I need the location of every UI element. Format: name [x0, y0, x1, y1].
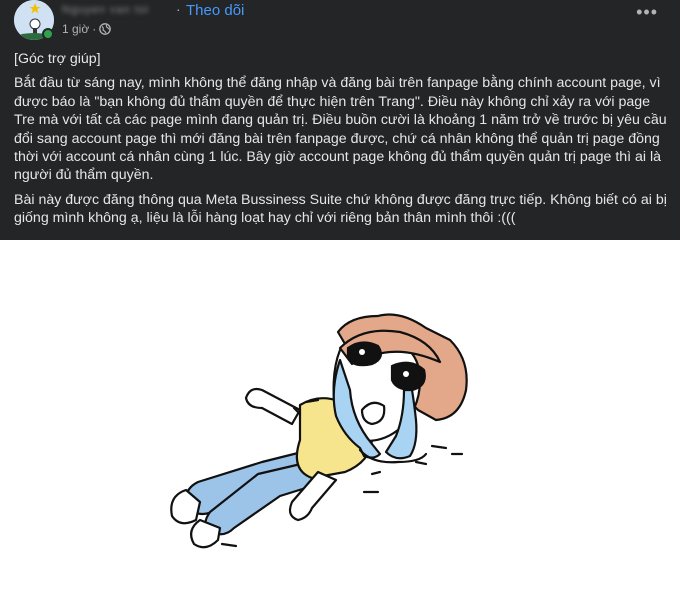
post-image[interactable] [0, 240, 680, 604]
author-name[interactable]: Nguyen van toi [62, 4, 172, 18]
post-meta: 1 giờ · [62, 22, 112, 36]
crying-person-illustration [170, 313, 468, 549]
follow-button[interactable]: Theo dõi [186, 2, 244, 19]
post-time[interactable]: 1 giờ [62, 22, 89, 36]
post-content: [Góc trợ giúp] Bắt đầu từ sáng nay, mình… [14, 50, 670, 234]
globe-icon[interactable] [99, 23, 112, 35]
post-paragraph: Bài này được đăng thông qua Meta Bussine… [14, 191, 667, 227]
online-status-dot [42, 28, 54, 40]
post-paragraph: Bắt đầu từ sáng nay, mình không thể đăng… [14, 75, 667, 184]
facebook-post: Nguyen van toi · Theo dõi 1 giờ · ••• [G… [0, 0, 680, 240]
more-options-icon[interactable]: ••• [636, 3, 658, 21]
separator-dot: · [92, 22, 97, 36]
separator-dot: · [176, 1, 181, 17]
post-header: Nguyen van toi · Theo dõi 1 giờ · ••• [0, 0, 680, 48]
post-tag: [Góc trợ giúp] [14, 51, 101, 67]
